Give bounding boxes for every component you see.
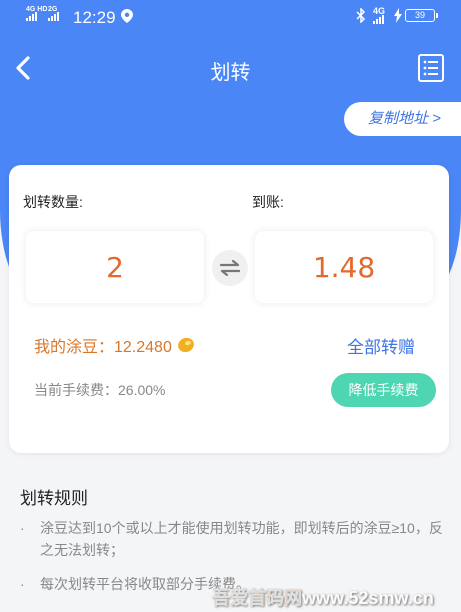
received-amount: 1.48 bbox=[255, 231, 433, 303]
signal-icon-1 bbox=[26, 9, 37, 21]
location-icon bbox=[121, 9, 133, 23]
battery-icon: 39 bbox=[405, 9, 438, 22]
bean-icon bbox=[177, 337, 194, 353]
amount-label: 划转数量: bbox=[23, 194, 83, 210]
watermark-url: www.52smw.cn bbox=[302, 588, 434, 609]
transfer-card: 划转数量: 到账: 2 1.48 我的涂豆：12.2480 全部转赠 当前手续费… bbox=[9, 165, 449, 453]
watermark: 吾爱首码网www.52smw.cn bbox=[212, 584, 434, 610]
fee-text: 当前手续费：26.00% bbox=[34, 382, 166, 398]
bullet-icon: · bbox=[20, 576, 25, 592]
status-bar: 4G HD 2G 12:29 4G 39 bbox=[0, 0, 461, 34]
rule-text: 涂豆达到10个或以上才能使用划转功能，即划转后的涂豆≥10，反之无法划转； bbox=[40, 520, 443, 558]
bean-balance-text: 我的涂豆：12.2480 bbox=[34, 339, 172, 356]
watermark-cn: 吾爱首码网 bbox=[212, 588, 303, 609]
reduce-fee-button[interactable]: 降低手续费 bbox=[331, 373, 436, 407]
received-label: 到账: bbox=[252, 194, 284, 210]
signal-icon-3 bbox=[373, 12, 384, 24]
records-list-button[interactable] bbox=[418, 54, 444, 82]
swap-arrows-icon bbox=[220, 260, 240, 276]
signal-icon-2 bbox=[48, 9, 59, 21]
list-icon bbox=[423, 60, 438, 76]
transfer-all-button[interactable]: 全部转赠 bbox=[347, 333, 415, 358]
copy-address-button[interactable]: 复制地址 > bbox=[344, 102, 461, 136]
bluetooth-icon bbox=[356, 8, 366, 23]
bullet-icon: · bbox=[20, 520, 25, 536]
clock: 12:29 bbox=[73, 8, 116, 27]
swap-icon[interactable] bbox=[212, 250, 248, 286]
page-title: 划转 bbox=[210, 62, 251, 84]
amount-input[interactable]: 2 bbox=[26, 231, 204, 303]
rule-item: · 涂豆达到10个或以上才能使用划转功能，即划转后的涂豆≥10，反之无法划转； bbox=[20, 517, 450, 561]
rules-title: 划转规则 bbox=[20, 489, 88, 508]
bean-balance: 我的涂豆：12.2480 bbox=[34, 333, 195, 357]
charging-icon bbox=[394, 8, 402, 23]
